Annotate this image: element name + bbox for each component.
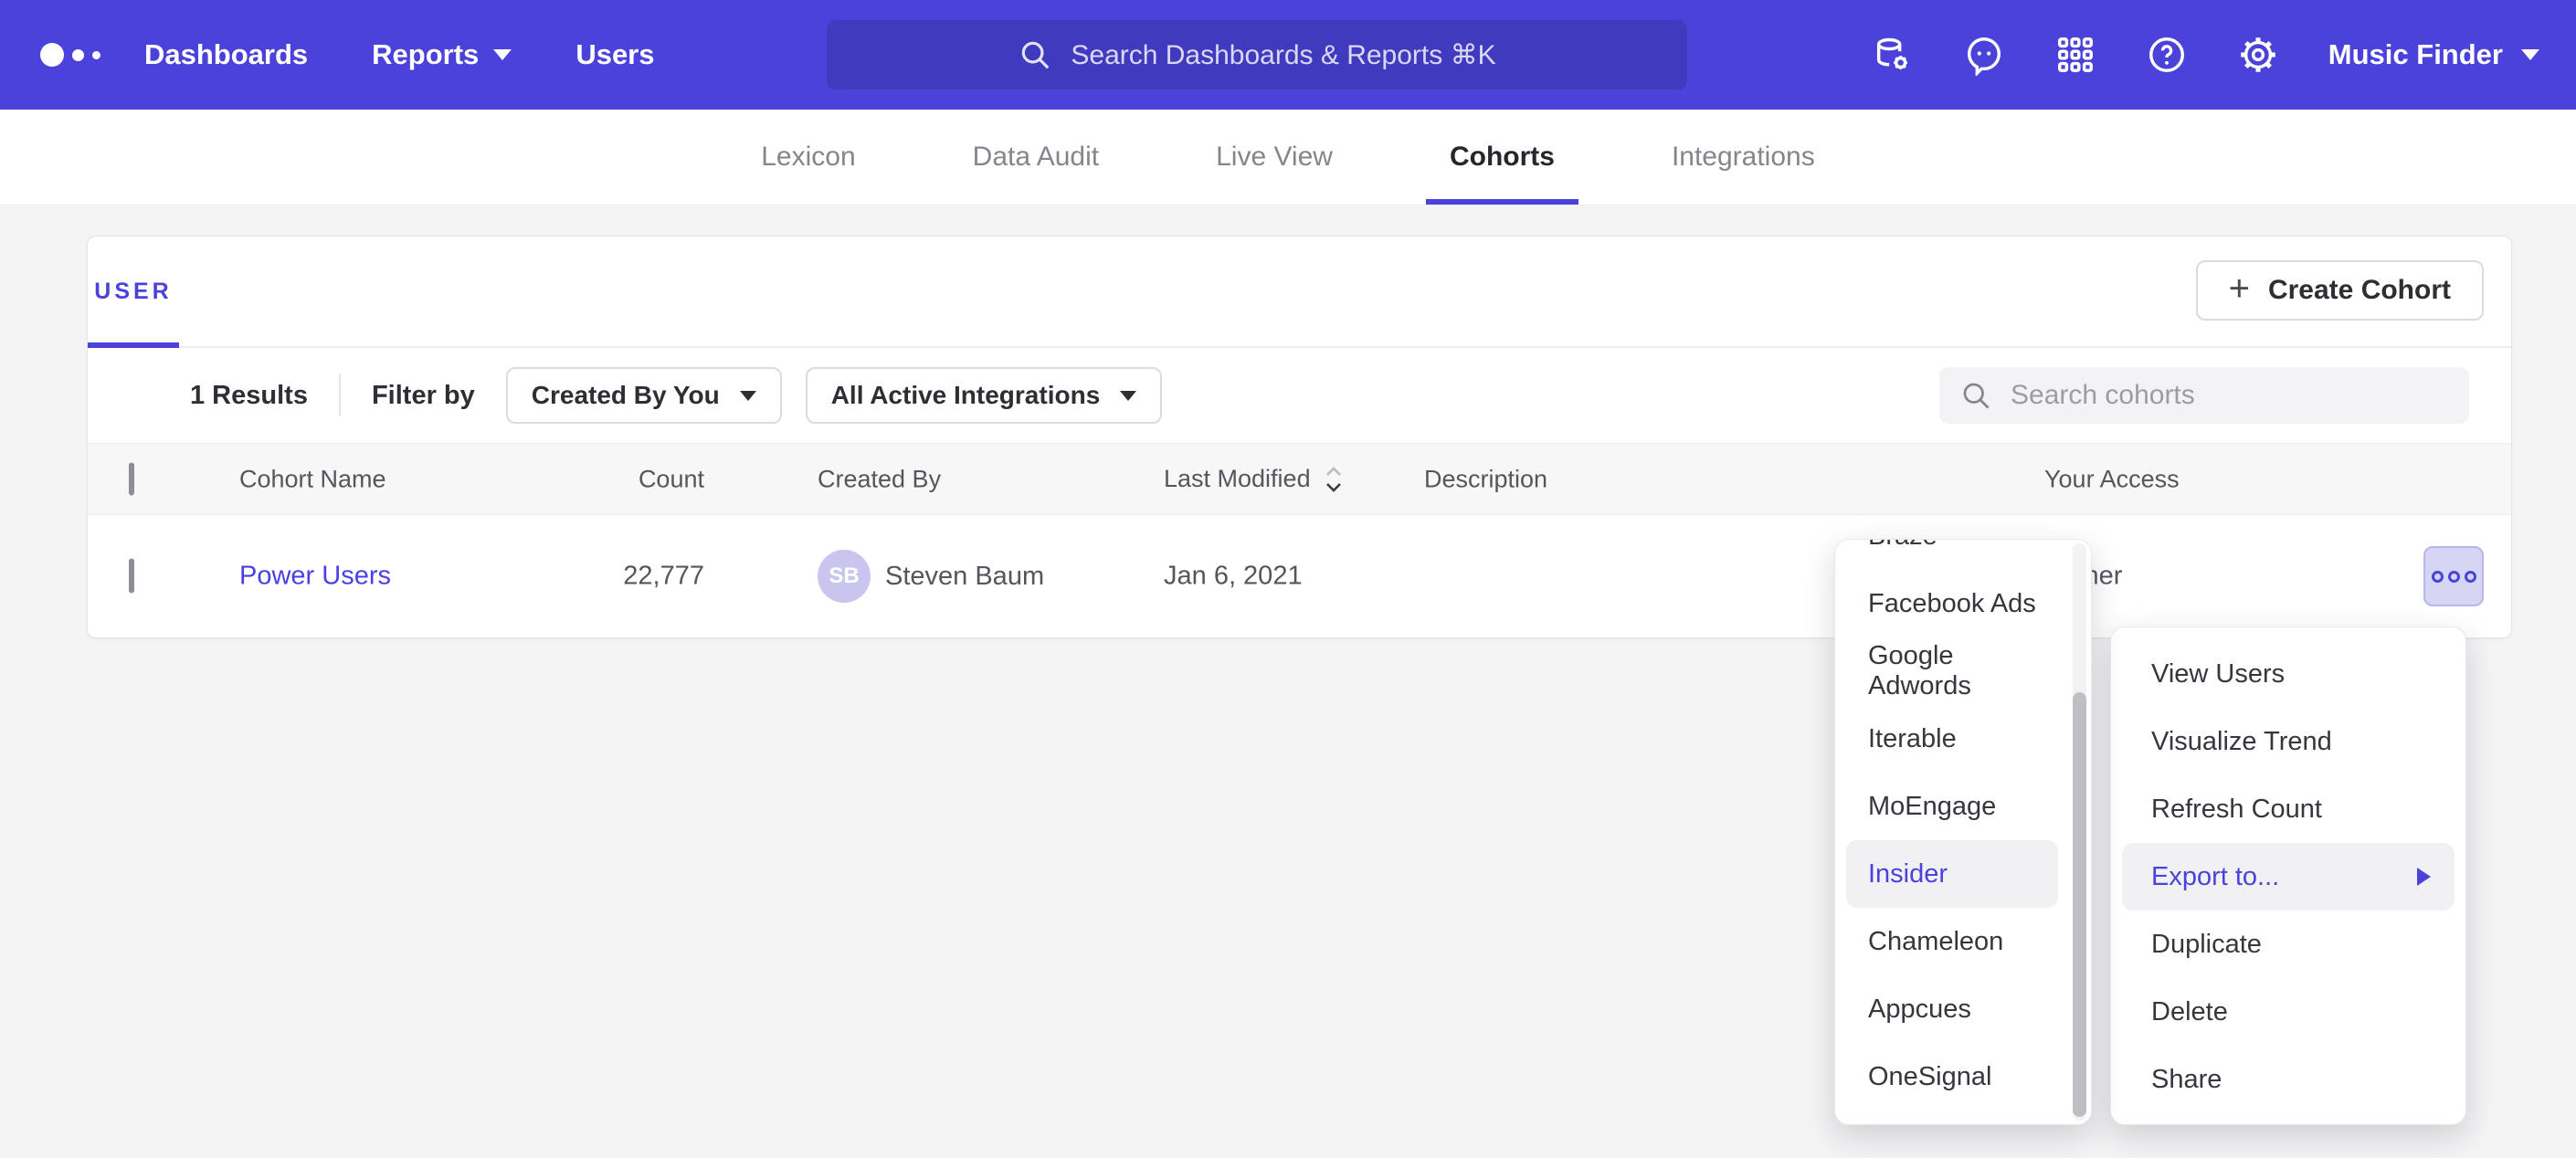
tab-integrations[interactable]: Integrations: [1648, 110, 1839, 205]
nav-item-users[interactable]: Users: [575, 38, 654, 71]
export-option-facebook-ads[interactable]: Facebook Ads: [1846, 570, 2058, 637]
select-all-checkbox[interactable]: [129, 462, 134, 495]
cohort-name-link[interactable]: Power Users: [239, 562, 391, 592]
export-option-insider[interactable]: Insider: [1846, 840, 2058, 908]
nav-item-reports[interactable]: Reports: [372, 38, 512, 71]
menu-item-export-to[interactable]: Export to...: [2122, 843, 2455, 911]
col-header-cohort-name: Cohort Name: [239, 465, 386, 493]
chevron-down-icon: [493, 49, 512, 60]
submenu-scrollbar-thumb[interactable]: [2073, 692, 2086, 1117]
cohort-count: 22,777: [503, 562, 704, 592]
project-name: Music Finder: [2328, 38, 2503, 71]
dot-icon: [2432, 571, 2444, 583]
menu-item-delete[interactable]: Delete: [2122, 978, 2455, 1046]
export-option-moengage[interactable]: MoEngage: [1846, 773, 2058, 840]
primary-nav: Dashboards Reports Users: [144, 0, 655, 110]
submenu-scrollbar-track[interactable]: [2073, 543, 2086, 1121]
help-icon[interactable]: [2146, 34, 2188, 76]
table-header: Cohort Name Count Created By Last Modifi…: [88, 443, 2511, 515]
project-switcher[interactable]: Music Finder: [2328, 38, 2539, 71]
table-row: Power Users 22,777 SB Steven Baum Jan 6,…: [88, 515, 2511, 637]
search-icon: [1018, 37, 1052, 72]
results-count: 1 Results: [190, 381, 308, 411]
export-options-list: Braze Facebook Ads Google Adwords Iterab…: [1835, 539, 2067, 1111]
tab-lexicon[interactable]: Lexicon: [737, 110, 879, 205]
export-option-appcues[interactable]: Appcues: [1846, 975, 2058, 1043]
row-more-actions-button[interactable]: [2423, 546, 2484, 606]
submenu-arrow-icon: [2417, 868, 2431, 886]
col-header-count: Count: [503, 465, 704, 493]
database-gear-icon[interactable]: [1872, 34, 1914, 76]
last-modified-cell: Jan 6, 2021: [1164, 562, 1303, 592]
create-cohort-button[interactable]: + Create Cohort: [2196, 260, 2484, 321]
dot-icon: [2448, 571, 2460, 583]
top-navbar: Dashboards Reports Users Search Dashboar…: [0, 0, 2576, 110]
sort-icon: [1324, 464, 1344, 495]
export-to-submenu: Braze Facebook Ads Google Adwords Iterab…: [1834, 539, 2092, 1125]
feedback-bubble-icon[interactable]: [1963, 34, 2005, 76]
col-header-last-modified[interactable]: Last Modified: [1164, 464, 1344, 495]
apps-grid-icon[interactable]: [2054, 34, 2096, 76]
tab-cohorts[interactable]: Cohorts: [1426, 110, 1578, 205]
export-option-google-adwords[interactable]: Google Adwords: [1846, 637, 2058, 705]
filter-toolbar: 1 Results Filter by Created By You All A…: [88, 348, 2511, 443]
chevron-down-icon: [740, 391, 756, 401]
cohorts-card: USER + Create Cohort 1 Results Filter by…: [87, 236, 2512, 638]
row-checkbox[interactable]: [129, 559, 134, 594]
export-option-onesignal[interactable]: OneSignal: [1846, 1043, 2058, 1111]
col-header-your-access: Your Access: [2044, 465, 2180, 493]
export-option-braze[interactable]: Braze: [1846, 539, 2058, 570]
created-by-filter-dropdown[interactable]: Created By You: [506, 367, 782, 424]
chevron-down-icon: [2521, 49, 2539, 60]
nav-item-label: Dashboards: [144, 38, 308, 71]
search-icon: [1959, 379, 1992, 412]
created-by-name: Steven Baum: [885, 562, 1044, 592]
integrations-filter-dropdown[interactable]: All Active Integrations: [806, 367, 1163, 424]
col-header-created-by: Created By: [818, 465, 941, 493]
cohort-search-box: [1939, 367, 2469, 424]
cohort-search-input[interactable]: [2009, 379, 2449, 412]
avatar: SB: [818, 550, 871, 603]
global-search-placeholder: Search Dashboards & Reports ⌘K: [1071, 39, 1495, 71]
row-context-menu: View Users Visualize Trend Refresh Count…: [2110, 626, 2466, 1125]
chevron-down-icon: [1120, 391, 1136, 401]
menu-item-visualize-trend[interactable]: Visualize Trend: [2122, 708, 2455, 775]
nav-item-dashboards[interactable]: Dashboards: [144, 38, 308, 71]
dot-icon: [2465, 571, 2476, 583]
cohorts-page: Dashboards Reports Users Search Dashboar…: [0, 0, 2576, 1158]
section-tabbar: Lexicon Data Audit Live View Cohorts Int…: [0, 110, 2576, 205]
divider: [339, 374, 341, 416]
filter-by-label: Filter by: [372, 381, 475, 411]
settings-gear-icon[interactable]: [2237, 34, 2279, 76]
nav-item-label: Reports: [372, 38, 479, 71]
mixpanel-logo-icon[interactable]: [40, 0, 100, 110]
created-by-cell: SB Steven Baum: [818, 550, 1044, 603]
plus-icon: +: [2229, 270, 2250, 307]
export-option-chameleon[interactable]: Chameleon: [1846, 908, 2058, 975]
menu-item-refresh-count[interactable]: Refresh Count: [2122, 775, 2455, 843]
tab-user-cohorts[interactable]: USER: [88, 237, 179, 346]
global-search-input[interactable]: Search Dashboards & Reports ⌘K: [827, 20, 1687, 89]
tab-data-audit[interactable]: Data Audit: [949, 110, 1123, 205]
cohort-type-tabs: USER + Create Cohort: [88, 237, 2511, 348]
nav-item-label: Users: [575, 38, 654, 71]
menu-item-duplicate[interactable]: Duplicate: [2122, 911, 2455, 978]
export-option-iterable[interactable]: Iterable: [1846, 705, 2058, 773]
col-header-description: Description: [1424, 465, 1547, 493]
tab-live-view[interactable]: Live View: [1192, 110, 1357, 205]
navbar-right: Music Finder: [1872, 0, 2539, 110]
menu-item-share[interactable]: Share: [2122, 1046, 2455, 1113]
menu-item-view-users[interactable]: View Users: [2122, 640, 2455, 708]
